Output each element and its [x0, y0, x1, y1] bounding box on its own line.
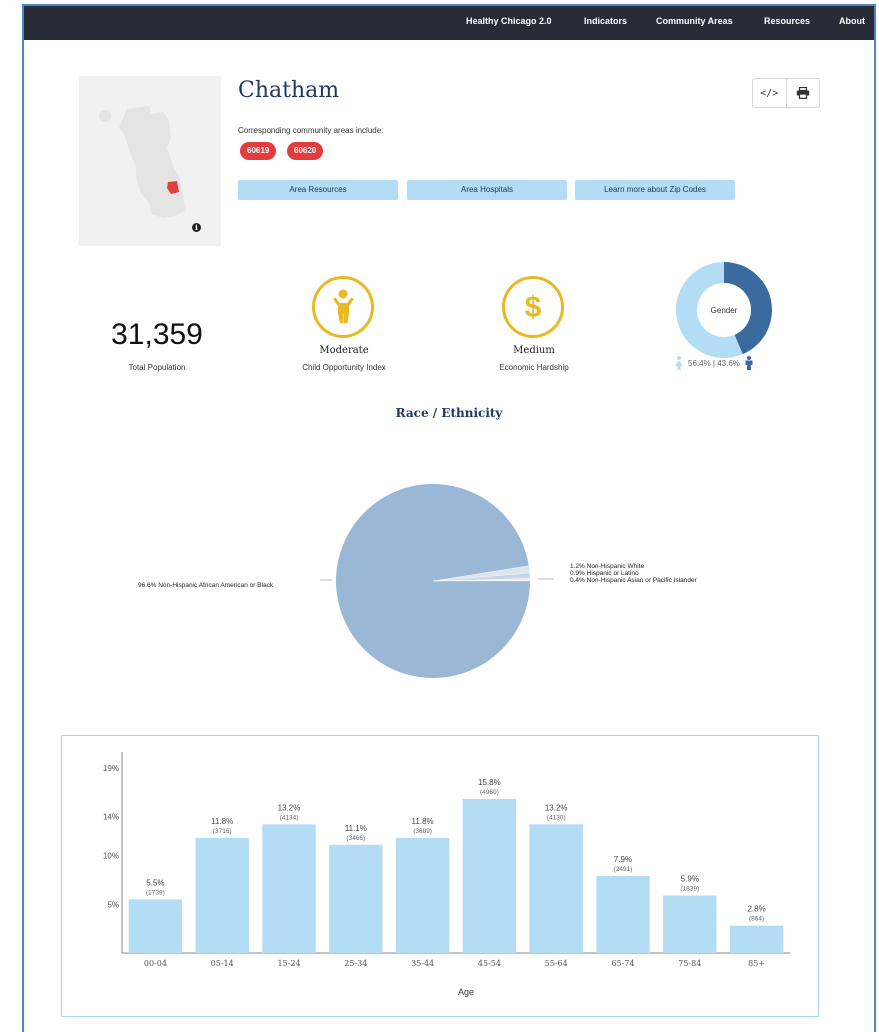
code-icon: </>	[760, 87, 779, 99]
economic-hardship-value: Medium	[513, 345, 555, 356]
svg-text:$: $	[525, 291, 542, 324]
child-icon	[333, 289, 354, 323]
male-icon	[745, 356, 753, 370]
bar-value-label: 15.8%	[478, 778, 501, 787]
bar-count-label: (1739)	[146, 889, 165, 896]
child-icon-circle	[312, 276, 374, 338]
x-tick-label: 55-64	[545, 959, 568, 968]
top-navbar: Healthy Chicago 2.0 Indicators Community…	[24, 6, 874, 40]
y-tick-label: 10%	[103, 852, 119, 861]
chicago-map-image	[99, 106, 185, 218]
bar-value-label: 13.2%	[545, 803, 568, 812]
printer-icon	[796, 87, 809, 99]
nav-resources[interactable]: Resources	[764, 16, 810, 26]
age-bar	[195, 837, 249, 953]
female-icon	[675, 356, 683, 370]
bar-count-label: (4134)	[280, 814, 299, 821]
nav-community-areas[interactable]: Community Areas	[656, 16, 733, 26]
age-chart-panel: 5% 10% 14% 19% 5.5% (1739) 00-04 11.8% (3716) 05-…	[61, 735, 819, 1017]
embed-button[interactable]: </>	[753, 79, 786, 107]
age-bar	[529, 824, 583, 953]
bar-value-label: 2.8%	[747, 905, 765, 914]
y-tick-label: 14%	[103, 813, 119, 822]
y-tick-label: 5%	[107, 900, 119, 909]
info-icon[interactable]: i	[192, 223, 201, 232]
x-tick-label: 45-54	[478, 959, 501, 968]
pie-label-white: 1.2% Non-Hispanic White	[570, 563, 645, 570]
corresponding-areas-label: Corresponding community areas include:	[238, 126, 384, 135]
age-bar	[729, 925, 784, 953]
age-bar	[596, 875, 650, 953]
pie-label-latino: 0.9% Hispanic or Latino	[570, 570, 639, 577]
age-bar	[663, 895, 717, 953]
age-bar	[395, 837, 450, 953]
gender-donut-chart: Gender	[676, 262, 772, 358]
race-section-title: Race / Ethnicity	[395, 406, 503, 420]
nav-indicators[interactable]: Indicators	[584, 16, 627, 26]
bar-count-label: (4130)	[547, 814, 566, 821]
bar-count-label: (3466)	[346, 835, 365, 842]
gender-legend: 56.4% | 43.6%	[674, 356, 754, 370]
x-tick-label: 75-84	[678, 959, 701, 968]
x-tick-label: 05-14	[211, 959, 234, 968]
child-opportunity-label: Child Opportunity Index	[302, 363, 386, 372]
x-tick-label: 00-04	[144, 959, 167, 968]
ohare-shape	[99, 110, 111, 122]
x-tick-label: 85+	[748, 959, 765, 968]
bar-value-label: 11.1%	[345, 824, 367, 833]
age-bar	[462, 798, 517, 953]
x-axis-title: Age	[458, 987, 474, 997]
age-bar	[262, 824, 316, 953]
bar-count-label: (1839)	[680, 885, 699, 892]
age-bar-chart: 5% 10% 14% 19% 5.5% (1739) 00-04 11.8% (3716) 05-…	[103, 752, 790, 997]
population-label: Total Population	[128, 363, 186, 372]
zip-chip-60619[interactable]: 60619	[240, 142, 277, 160]
child-opportunity-value: Moderate	[319, 345, 369, 356]
page-title: Chatham	[238, 78, 340, 103]
nav-about[interactable]: About	[839, 16, 865, 26]
gender-title: Gender	[711, 306, 738, 315]
print-button[interactable]	[785, 79, 820, 107]
bar-value-label: 5.5%	[146, 878, 164, 887]
bar-count-label: (2491)	[614, 866, 633, 873]
economic-hardship-label: Economic Hardship	[499, 363, 569, 372]
nav-healthy-chicago[interactable]: Healthy Chicago 2.0	[466, 16, 552, 26]
bar-count-label: (3716)	[213, 828, 232, 835]
zip-codes-info-button[interactable]: Learn more about Zip Codes	[575, 180, 735, 200]
bar-value-label: 7.9%	[614, 855, 632, 864]
age-bar	[329, 844, 383, 953]
bar-count-label: (3689)	[413, 828, 432, 835]
zip-chip-60620[interactable]: 60620	[287, 142, 324, 160]
toolbar: </>	[752, 78, 820, 108]
dollar-icon-circle: $	[502, 276, 564, 338]
gender-percentages: 56.4% | 43.6%	[688, 358, 740, 368]
y-tick-label: 19%	[103, 764, 119, 773]
bar-count-label: (864)	[749, 916, 764, 923]
race-pie-chart	[320, 483, 554, 678]
x-tick-label: 15-24	[277, 959, 300, 968]
x-tick-label: 25-34	[344, 959, 367, 968]
bar-value-label: 11.8%	[412, 817, 434, 826]
community-area-map[interactable]: i	[79, 76, 221, 246]
dollar-icon: $	[525, 291, 542, 324]
area-resources-button[interactable]: Area Resources	[238, 180, 398, 200]
x-tick-label: 35-44	[411, 959, 434, 968]
bar-value-label: 11.8%	[211, 817, 233, 826]
age-bar	[128, 899, 183, 953]
bar-count-label: (4960)	[480, 789, 499, 796]
population-value: 31,359	[111, 318, 203, 351]
x-tick-label: 65-74	[611, 959, 634, 968]
bar-value-label: 13.2%	[278, 803, 301, 812]
page-frame: Healthy Chicago 2.0 Indicators Community…	[22, 4, 876, 1032]
bar-value-label: 5.9%	[681, 874, 699, 883]
pie-label-black: 96.6% Non-Hispanic African American or B…	[138, 582, 274, 589]
area-hospitals-button[interactable]: Area Hospitals	[407, 180, 567, 200]
pie-label-asian: 0.4% Non-Hispanic Asian or Pacific Islan…	[570, 577, 697, 584]
chicago-outline	[119, 106, 185, 218]
